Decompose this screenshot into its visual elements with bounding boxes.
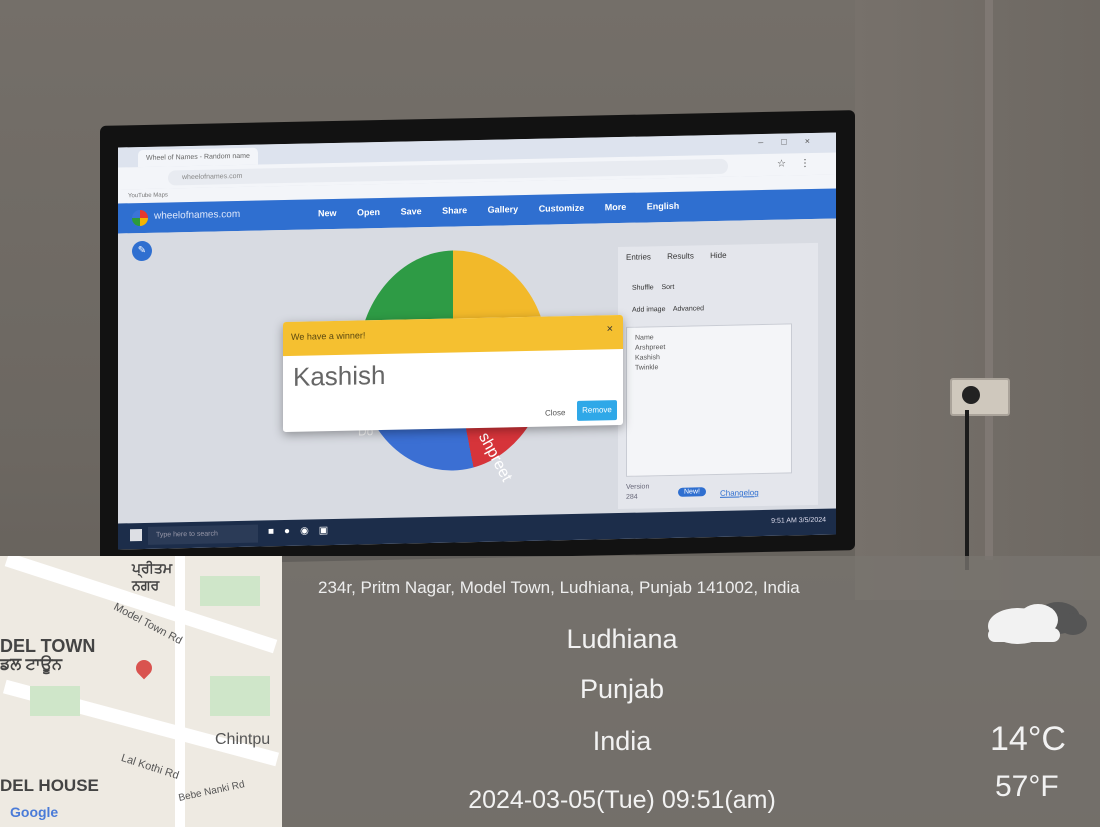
image-options-row: Add image Advanced [632,305,704,314]
entry-item: Twinkle [635,364,659,372]
map-label: DEL HOUSE [0,776,99,795]
version-info: Version 284 [626,482,649,502]
tray-date: 3/5/2024 [798,516,826,525]
menu-more[interactable]: More [605,202,627,212]
tab-entries[interactable]: Entries [626,252,651,262]
entries-textarea[interactable]: Name Arshpreet Kashish Twinkle [626,323,792,477]
cloud-weather-icon [988,602,1087,644]
tab-results[interactable]: Results [667,251,694,261]
power-cable [965,410,969,570]
map-road [175,556,185,827]
app-menu: New Open Save Share Gallery Customize Mo… [318,200,697,219]
menu-customize[interactable]: Customize [539,203,585,214]
city-text: Ludhiana [566,624,678,654]
menu-open[interactable]: Open [357,207,380,217]
map-label: DEL TOWN [0,636,96,656]
menu-share[interactable]: Share [442,205,467,216]
location-map: ਪ੍ਰੀਤਮ ਨਗਰ DEL TOWN ਡਲ ਟਾਊਨ Model Town R… [0,556,282,827]
datetime-text: 2024-03-05(Tue) 09:51(am) [468,786,776,814]
address-text: 234r, Pritm Nagar, Model Town, Ludhiana,… [318,578,800,597]
map-label: Lal Kothi Rd [119,752,181,782]
temperature-celsius: 14°C [990,720,1066,758]
site-name[interactable]: wheelofnames.com [154,209,240,222]
close-icon[interactable]: × [607,323,613,335]
changelog-link[interactable]: Changelog [720,488,759,498]
map-label: ਡਲ ਟਾਊਨ [0,656,63,673]
close-button[interactable]: Close [545,408,565,417]
map-label: ਪ੍ਰੀਤਮ ਨਗਰ [132,560,173,593]
map-label: Chintpu [215,731,271,748]
taskbar-search-input[interactable]: Type here to search [148,524,258,545]
menu-gallery[interactable]: Gallery [488,204,519,215]
remove-button[interactable]: Remove [577,400,617,421]
google-logo: Google [10,804,59,820]
country-text: India [592,726,652,756]
new-badge: New! [678,487,706,497]
system-tray: 9:51 AM 3/5/2024 [771,517,826,525]
shuffle-sort-row: Shuffle Sort [632,284,674,292]
wall-conduit [985,0,993,560]
taskbar-app-icons[interactable]: ■●◉▣ [268,525,338,537]
windows-start-icon[interactable] [130,529,142,542]
menu-new[interactable]: New [318,208,337,218]
entries-panel: Entries Results Hide Shuffle Sort Add im… [618,242,818,510]
map-label: Bebe Nanki Rd [177,779,246,804]
monitor-screen: Wheel of Names - Random name –□× wheelof… [118,132,836,550]
map-park [200,576,260,606]
temperature-fahrenheit: 57°F [995,770,1059,803]
panel-tabs: Entries Results Hide [626,250,741,262]
socket-plug [962,386,980,404]
add-image-button[interactable]: Add image [632,306,665,314]
version-number: 284 [626,493,638,501]
winner-name: Kashish [293,359,386,392]
wall-socket [950,378,1010,416]
menu-save[interactable]: Save [401,206,422,216]
version-label: Version [626,483,650,491]
room-wall-right [855,0,1100,600]
winner-dialog: We have a winner! × Kashish Close Remove [283,314,623,433]
state-text: Punjab [579,674,665,704]
map-park [210,676,270,716]
browser-toolbar-icons[interactable]: ☆⋮ [777,158,824,170]
hide-checkbox[interactable]: Hide [710,251,726,260]
window-controls[interactable]: –□× [758,136,828,147]
shuffle-button[interactable]: Shuffle [632,284,654,291]
sort-button[interactable]: Sort [661,284,674,291]
dialog-title: We have a winner! [291,330,366,342]
wheel-logo-icon [132,209,148,227]
map-park [30,686,80,716]
menu-language[interactable]: English [647,201,680,212]
tray-time: 9:51 AM [771,517,797,525]
advanced-checkbox[interactable]: Advanced [673,305,704,313]
